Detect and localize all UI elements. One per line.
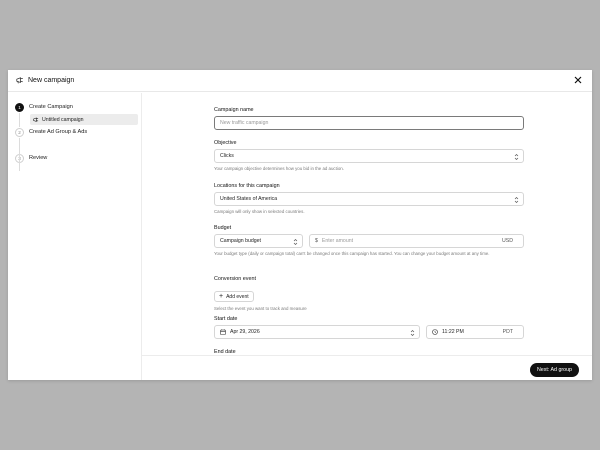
modal-title: New campaign [28, 77, 75, 84]
select-chevron-icon [514, 196, 519, 204]
substep-label: Untitled campaign [42, 116, 84, 123]
locations-help: Campaign will only show in selected coun… [214, 209, 305, 214]
campaign-form: Campaign name New traffic campaign Objec… [214, 93, 524, 355]
start-date-group: Start date Apr 29, 2026 11:22 PM PDT [214, 316, 524, 339]
budget-type-value: Campaign budget [220, 238, 261, 244]
objective-select[interactable]: Clicks [214, 149, 524, 163]
objective-value: Clicks [220, 153, 234, 159]
close-icon[interactable] [572, 74, 584, 86]
locations-value: United States of America [220, 196, 278, 202]
step-label: Create Campaign [29, 104, 73, 110]
campaign-name-input[interactable]: New traffic campaign [214, 116, 524, 130]
modal-header: New campaign [8, 70, 592, 92]
conversion-help: Select the event you want to track and m… [214, 306, 307, 311]
start-date-select[interactable]: Apr 29, 2026 [214, 325, 420, 339]
timezone-label: PDT [502, 329, 513, 335]
start-date-value: Apr 29, 2026 [230, 329, 260, 335]
steps-sidebar: 1 Create Campaign Untitled campaign 2 Cr… [8, 93, 142, 380]
select-chevron-icon [514, 153, 519, 161]
step-number: 1 [15, 102, 24, 112]
clock-icon [432, 329, 438, 335]
step-create-ad-group[interactable]: 2 Create Ad Group & Ads [8, 126, 141, 138]
campaign-icon [16, 77, 24, 84]
step-label: Create Ad Group & Ads [29, 129, 88, 135]
campaign-name-label: Campaign name [214, 107, 254, 113]
step-label: Review [29, 155, 48, 161]
calendar-icon [220, 329, 226, 335]
budget-amount-input[interactable]: $ Enter amount USD [309, 234, 524, 248]
campaign-icon [33, 117, 39, 123]
locations-group: Locations for this campaign United State… [214, 183, 524, 215]
objective-help: Your campaign objective determines how y… [214, 166, 344, 171]
step-review[interactable]: 3 Review [8, 152, 141, 164]
budget-help: Your budget type (daily or campaign tota… [214, 251, 490, 256]
start-date-label: Start date [214, 316, 238, 322]
step-number: 2 [15, 127, 24, 137]
add-event-label: Add event [226, 293, 249, 300]
select-chevron-icon [410, 329, 415, 337]
campaign-name-placeholder: New traffic campaign [220, 120, 269, 126]
locations-label: Locations for this campaign [214, 183, 280, 189]
objective-group: Objective Clicks Your campaign objective… [214, 140, 524, 172]
currency-symbol: $ [315, 238, 318, 244]
start-time-value: 11:22 PM [442, 329, 464, 335]
objective-label: Objective [214, 140, 237, 146]
step-create-campaign[interactable]: 1 Create Campaign [8, 101, 141, 113]
new-campaign-modal: New campaign 1 Create Campaign Untitled … [8, 70, 592, 380]
modal-footer: Next: Ad group [142, 355, 592, 380]
select-chevron-icon [293, 238, 298, 246]
add-event-button[interactable]: + Add event [214, 291, 254, 302]
budget-amount-placeholder: Enter amount [321, 238, 354, 244]
step-connector [19, 138, 20, 171]
step-connector [19, 113, 20, 127]
campaign-name-group: Campaign name New traffic campaign [214, 107, 524, 130]
plus-icon: + [219, 293, 224, 300]
conversion-label: Conversion event [214, 276, 256, 282]
currency-code: USD [502, 238, 513, 244]
next-ad-group-button[interactable]: Next: Ad group [529, 363, 579, 377]
budget-label: Budget [214, 225, 232, 231]
locations-select[interactable]: United States of America [214, 192, 524, 206]
budget-type-select[interactable]: Campaign budget [214, 234, 303, 248]
conversion-group: Conversion event + Add event Select the … [214, 276, 524, 312]
start-time-input[interactable]: 11:22 PM PDT [426, 325, 524, 339]
substep-untitled-campaign[interactable]: Untitled campaign [30, 114, 138, 125]
budget-group: Budget Campaign budget $ Enter amount US… [214, 225, 524, 257]
